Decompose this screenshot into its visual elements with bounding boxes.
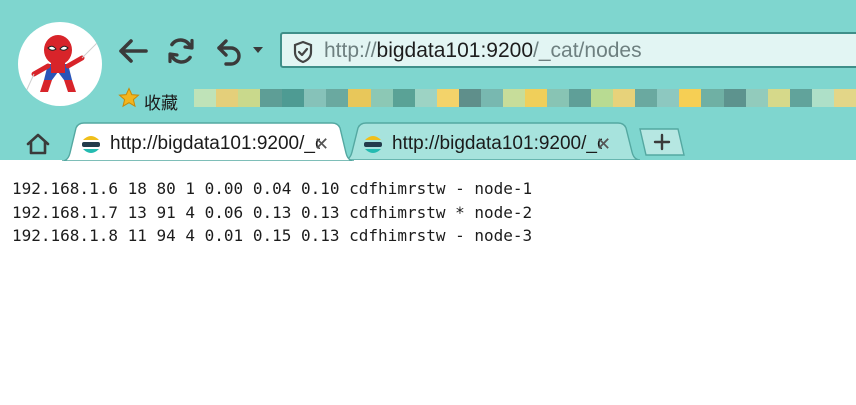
bookmark-item-blurred[interactable] (789, 89, 812, 107)
bookmark-item-blurred[interactable] (569, 89, 592, 107)
tab-active[interactable]: http://bigdata101:9200/_cat/nodes ✕ (62, 122, 354, 161)
url-path: /_cat/nodes (533, 39, 642, 62)
address-bar[interactable]: http://bigdata101:9200/_cat/nodes (280, 32, 856, 68)
url-host: bigdata101:9200 (376, 39, 534, 62)
bookmark-items-blurred[interactable] (194, 89, 856, 107)
shield-icon[interactable] (292, 40, 314, 64)
bookmark-item-blurred[interactable] (194, 89, 217, 107)
home-button[interactable] (22, 130, 54, 158)
bookmark-item-blurred[interactable] (370, 89, 393, 107)
new-tab-shape (639, 128, 685, 156)
bookmark-item-blurred[interactable] (458, 89, 481, 107)
bookmark-item-blurred[interactable] (326, 89, 349, 107)
new-tab-button[interactable] (638, 128, 686, 161)
tab-title: http://bigdata101:9200/_cat/nodes (392, 133, 602, 154)
back-arrow-icon (119, 39, 148, 63)
close-icon[interactable]: ✕ (314, 134, 329, 155)
reload-button[interactable] (164, 34, 198, 68)
bookmark-item-blurred[interactable] (480, 89, 503, 107)
bookmark-item-blurred[interactable] (811, 89, 834, 107)
tab-inactive[interactable]: http://bigdata101:9200/_cat/nodes ✕ (344, 122, 640, 160)
star-icon[interactable] (118, 87, 140, 109)
bookmark-item-blurred[interactable] (547, 89, 570, 107)
elasticsearch-favicon-icon (82, 136, 100, 153)
bookmark-item-blurred[interactable] (436, 89, 459, 107)
bookmark-item-blurred[interactable] (260, 89, 283, 107)
home-icon (26, 133, 50, 155)
tab-title: http://bigdata101:9200/_cat/nodes (110, 133, 320, 154)
node-row: 192.168.1.8 11 94 4 0.01 0.15 0.13 cdfhi… (12, 226, 533, 245)
bookmark-item-blurred[interactable] (238, 89, 261, 107)
avatar[interactable] (18, 22, 102, 106)
bookmark-item-blurred[interactable] (304, 89, 327, 107)
reload-icon (168, 38, 194, 64)
node-row: 192.168.1.7 13 91 4 0.06 0.13 0.13 cdfhi… (12, 202, 533, 222)
bookmark-item-blurred[interactable] (767, 89, 790, 107)
bookmark-item-blurred[interactable] (524, 89, 547, 107)
back-button[interactable] (116, 34, 150, 68)
close-icon[interactable]: ✕ (596, 134, 611, 155)
spiderman-avatar-icon (23, 35, 99, 97)
bookmark-item-blurred[interactable] (657, 89, 680, 107)
bookmark-item-blurred[interactable] (833, 89, 856, 107)
bookmark-item-blurred[interactable] (613, 89, 636, 107)
page-content: 192.168.1.6 18 80 1 0.00 0.04 0.10 cdfhi… (12, 177, 532, 248)
bookmark-item-blurred[interactable] (635, 89, 658, 107)
bookmark-item-blurred[interactable] (392, 89, 415, 107)
bookmark-item-blurred[interactable] (679, 89, 702, 107)
bookmark-item-blurred[interactable] (502, 89, 525, 107)
bookmark-item-blurred[interactable] (282, 89, 305, 107)
bookmark-item-blurred[interactable] (591, 89, 614, 107)
bookmark-item-blurred[interactable] (414, 89, 437, 107)
browser-toolbar: http://bigdata101:9200/_cat/nodes 收藏 htt… (0, 0, 856, 161)
url-scheme: http:// (324, 39, 377, 62)
bookmark-item-blurred[interactable] (216, 89, 239, 107)
bookmark-item-blurred[interactable] (745, 89, 768, 107)
bookmark-item-blurred[interactable] (348, 89, 371, 107)
chevron-down-icon[interactable] (252, 46, 264, 54)
node-row: 192.168.1.6 18 80 1 0.00 0.04 0.10 cdfhi… (12, 179, 533, 198)
bookmark-item-blurred[interactable] (701, 89, 724, 107)
undo-button[interactable] (212, 34, 246, 68)
url-text[interactable]: http://bigdata101:9200/_cat/nodes (324, 39, 642, 63)
undo-icon (217, 39, 241, 66)
elasticsearch-favicon-icon (364, 136, 382, 153)
bookmark-item-blurred[interactable] (723, 89, 746, 107)
bookmarks-label[interactable]: 收藏 (144, 89, 178, 114)
